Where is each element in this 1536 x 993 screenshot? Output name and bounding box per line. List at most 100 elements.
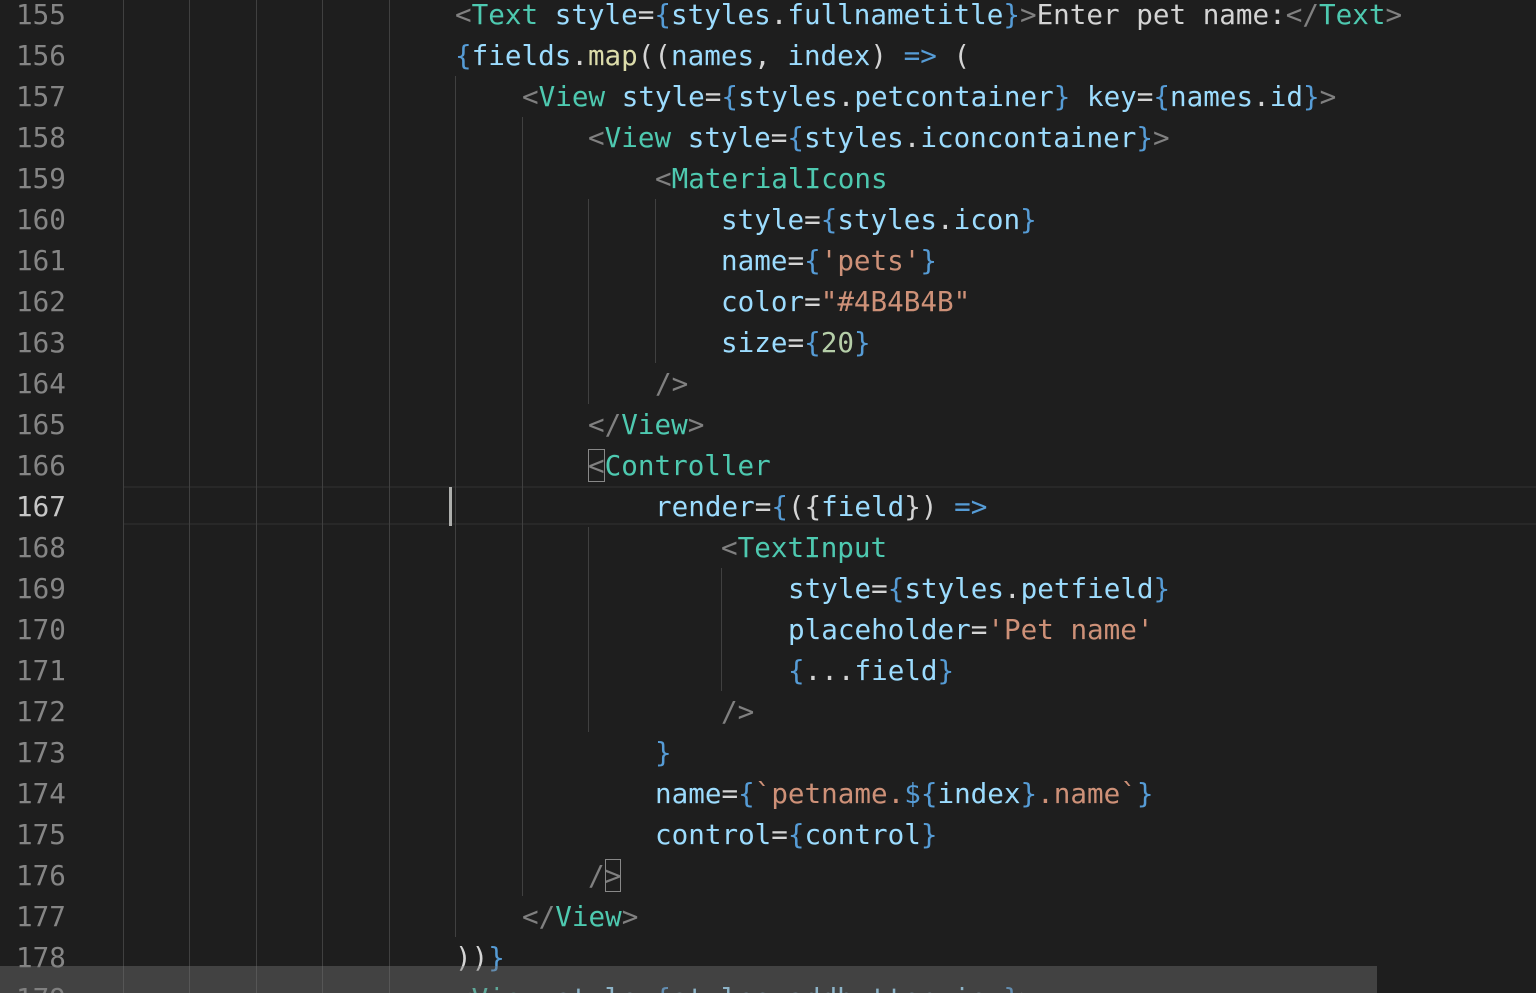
code-token: /> xyxy=(588,859,622,892)
line-number-162[interactable]: 162 xyxy=(16,281,66,322)
line-number-177[interactable]: 177 xyxy=(16,896,66,937)
code-token: style xyxy=(721,203,805,236)
code-line-170[interactable]: placeholder='Pet name' xyxy=(788,609,1154,650)
code-token: = xyxy=(637,0,655,31)
code-token: = xyxy=(771,818,788,851)
code-token: styles xyxy=(671,0,771,31)
indent-guide xyxy=(655,199,656,363)
code-line-158[interactable]: <View style={styles.iconcontainer}> xyxy=(588,117,1170,158)
code-token: < xyxy=(588,121,605,154)
line-number-165[interactable]: 165 xyxy=(16,404,66,445)
line-number-160[interactable]: 160 xyxy=(16,199,66,240)
code-token: } xyxy=(1136,777,1154,810)
line-number-170[interactable]: 170 xyxy=(16,609,66,650)
code-token: petfield xyxy=(1020,572,1154,605)
code-token: { xyxy=(721,80,739,113)
code-line-160[interactable]: style={styles.icon} xyxy=(721,199,1037,240)
code-token: { xyxy=(887,572,905,605)
line-number-169[interactable]: 169 xyxy=(16,568,66,609)
code-token: = xyxy=(770,121,788,154)
code-token: field xyxy=(821,490,905,523)
indent-guide xyxy=(189,0,190,993)
code-line-162[interactable]: color="#4B4B4B" xyxy=(721,281,970,322)
code-token: = xyxy=(804,203,821,236)
line-number-157[interactable]: 157 xyxy=(16,76,66,117)
code-line-163[interactable]: size={20} xyxy=(721,322,871,363)
code-line-177[interactable]: </View> xyxy=(522,896,638,937)
code-token: names xyxy=(1170,80,1254,113)
code-token: </ xyxy=(588,408,622,441)
line-number-gutter[interactable]: 155 156 157 158 159 160 161 162 163 164 165 166 167 1… xyxy=(0,0,123,993)
code-line-167[interactable]: render={({field}) => xyxy=(655,486,987,527)
code-line-165[interactable]: </View> xyxy=(588,404,704,445)
code-token: < xyxy=(655,162,672,195)
indent-guide xyxy=(588,199,589,404)
code-token: TextInput xyxy=(737,531,888,564)
code-token: } xyxy=(937,654,955,687)
code-token: Text xyxy=(471,0,539,31)
line-number-171[interactable]: 171 xyxy=(16,650,66,691)
code-token: fullnametitle xyxy=(787,0,1004,31)
code-token: . xyxy=(1004,572,1021,605)
code-token: , xyxy=(754,39,788,72)
code-line-171[interactable]: {...field} xyxy=(788,650,954,691)
code-token: styles xyxy=(904,572,1005,605)
code-line-168[interactable]: <TextInput xyxy=(721,527,887,568)
code-line-157[interactable]: <View style={styles.petcontainer} key={n… xyxy=(522,76,1336,117)
code-line-155[interactable]: <Text style={styles.fullnametitle}>Enter… xyxy=(455,0,1402,35)
line-number-176[interactable]: 176 xyxy=(16,855,66,896)
code-token: View xyxy=(604,121,672,154)
code-token: </ xyxy=(522,900,556,933)
line-number-173[interactable]: 173 xyxy=(16,732,66,773)
code-token: = xyxy=(804,285,821,318)
code-line-172[interactable]: /> xyxy=(721,691,754,732)
code-token: = xyxy=(787,326,805,359)
code-line-174[interactable]: name={`petname.${index}.name`} xyxy=(655,773,1153,814)
line-number-158[interactable]: 158 xyxy=(16,117,66,158)
code-line-164[interactable]: /> xyxy=(655,363,688,404)
code-line-169[interactable]: style={styles.petfield} xyxy=(788,568,1170,609)
code-token: name xyxy=(655,777,722,810)
line-number-166[interactable]: 166 xyxy=(16,445,66,486)
code-token: View xyxy=(538,80,606,113)
code-line-161[interactable]: name={'pets'} xyxy=(721,240,937,281)
line-number-155[interactable]: 155 xyxy=(16,0,66,35)
code-token: = xyxy=(787,244,805,277)
code-token: } xyxy=(1003,0,1020,31)
line-number-174[interactable]: 174 xyxy=(16,773,66,814)
code-token: render xyxy=(655,490,755,523)
code-token: } xyxy=(1136,121,1153,154)
line-number-164[interactable]: 164 xyxy=(16,363,66,404)
line-number-156[interactable]: 156 xyxy=(16,35,66,76)
code-token: View xyxy=(555,900,622,933)
code-token: ( xyxy=(936,39,971,72)
code-token: < xyxy=(522,80,539,113)
code-token: . xyxy=(937,203,954,236)
code-token: => xyxy=(903,39,937,72)
code-token: control xyxy=(655,818,772,851)
code-line-166[interactable]: <Controller xyxy=(588,445,771,486)
code-line-173[interactable]: } xyxy=(655,732,672,773)
code-token: < xyxy=(588,449,605,482)
code-token: = xyxy=(721,777,739,810)
line-number-159[interactable]: 159 xyxy=(16,158,66,199)
code-line-176[interactable]: /> xyxy=(588,855,622,896)
line-number-163[interactable]: 163 xyxy=(16,322,66,363)
code-token: Text xyxy=(1319,0,1386,31)
code-line-159[interactable]: <MaterialIcons xyxy=(655,158,888,199)
code-token: field xyxy=(854,654,938,687)
line-number-175[interactable]: 175 xyxy=(16,814,66,855)
line-number-161[interactable]: 161 xyxy=(16,240,66,281)
code-editor[interactable]: 155 156 157 158 159 160 161 162 163 164 165 166 167 1… xyxy=(0,0,1536,993)
code-token: > xyxy=(687,408,705,441)
code-token: /> xyxy=(655,367,689,400)
code-line-175[interactable]: control={control} xyxy=(655,814,937,855)
code-area[interactable]: <Text style={styles.fullnametitle}>Enter… xyxy=(123,0,1536,993)
horizontal-scrollbar[interactable] xyxy=(0,966,1377,993)
code-line-156[interactable]: {fields.map((names, index) => ( xyxy=(455,35,970,76)
line-number-168[interactable]: 168 xyxy=(16,527,66,568)
line-number-167[interactable]: 167 xyxy=(16,486,66,527)
line-number-172[interactable]: 172 xyxy=(16,691,66,732)
code-token: "#4B4B4B" xyxy=(820,285,971,318)
